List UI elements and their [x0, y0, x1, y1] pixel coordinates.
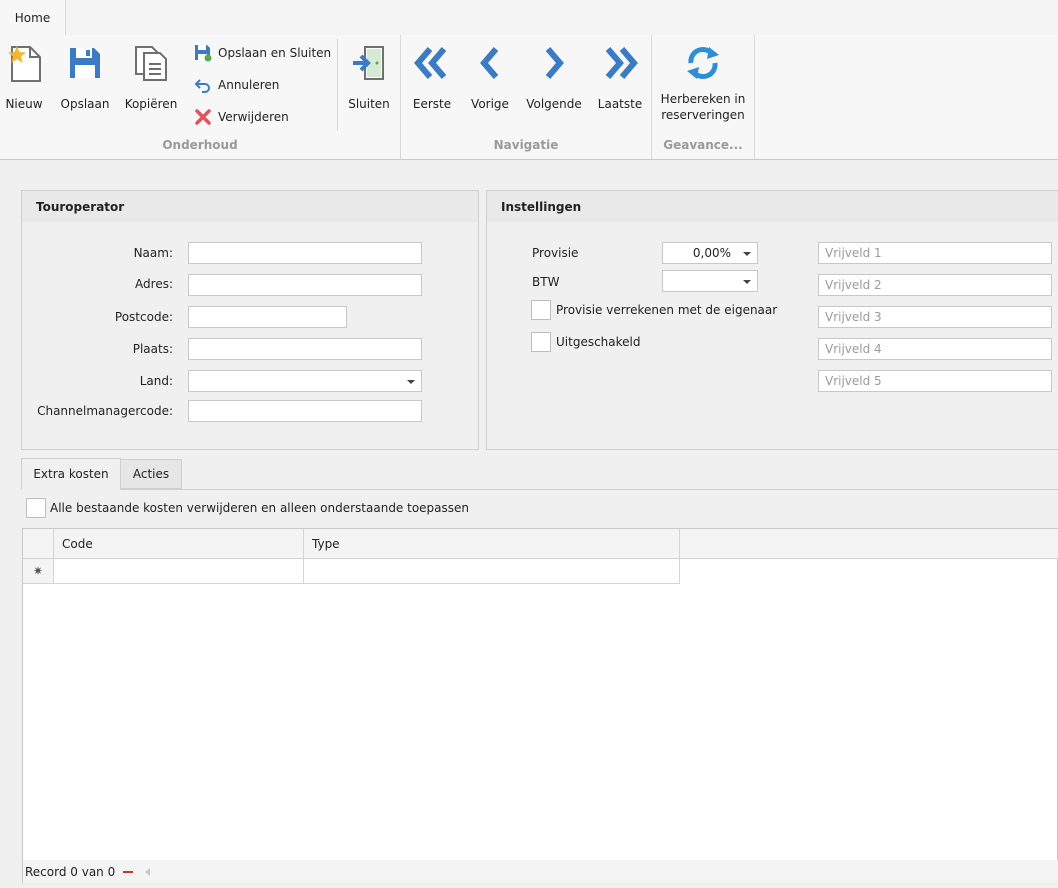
uitgeschakeld-checkbox[interactable] — [531, 332, 551, 352]
postcode-label: Postcode: — [114, 310, 173, 324]
ribbon-tab-strip — [0, 0, 1058, 35]
channelmanagercode-label: Channelmanagercode: — [37, 404, 173, 418]
record-count: Record 0 van 0 — [25, 864, 116, 879]
column-header-type[interactable]: Type — [304, 529, 680, 559]
city-field[interactable] — [188, 338, 422, 360]
tab-home[interactable]: Home — [0, 0, 66, 36]
previous-label: Vorige — [471, 97, 509, 111]
city-label: Plaats: — [132, 342, 173, 356]
remove-existing-costs-label: Alle bestaande kosten verwijderen en all… — [50, 501, 470, 515]
tab-strip-border — [21, 489, 1058, 490]
extra-costs-grid[interactable]: Code Type ✷ Record 0 van 0 — [22, 528, 1058, 883]
group-label-navigatie: Navigatie — [493, 138, 559, 152]
double-chevron-right-icon — [600, 43, 640, 83]
next-label: Volgende — [526, 97, 582, 111]
name-field[interactable] — [188, 242, 422, 264]
provisie-label: Provisie — [532, 246, 579, 260]
provisie-verrekenen-label: Provisie verrekenen met de eigenaar — [556, 303, 778, 317]
btw-label: BTW — [532, 275, 560, 289]
save-label: Opslaan — [60, 97, 110, 111]
recalculate-label-line2: reserveringen — [661, 108, 745, 122]
vrijveld-2-field[interactable]: Vrijveld 2 — [818, 274, 1052, 296]
new-row-code-cell[interactable] — [54, 559, 304, 584]
column-header-code[interactable]: Code — [54, 529, 304, 559]
delete-x-icon — [194, 108, 212, 126]
double-chevron-left-icon — [412, 43, 452, 83]
instellingen-title: Instellingen — [487, 191, 1058, 222]
first-label: Eerste — [412, 97, 452, 111]
save-close-icon — [194, 44, 212, 62]
btw-dropdown[interactable] — [662, 270, 758, 292]
last-record-button[interactable]: Laatste — [594, 35, 646, 130]
chevron-right-icon — [534, 43, 574, 83]
remove-record-icon[interactable] — [123, 870, 134, 873]
scroll-left-icon[interactable] — [145, 867, 151, 876]
name-label: Naam: — [133, 246, 173, 260]
save-button[interactable]: Opslaan — [58, 35, 112, 130]
group-label-geavanceerd: Geavance... — [663, 138, 743, 152]
close-button[interactable]: Sluiten — [342, 35, 396, 130]
undo-icon — [194, 76, 212, 94]
delete-label: Verwijderen — [218, 110, 289, 124]
ribbon: Nieuw Opslaan Kopiëren Opslaan en Sluite… — [0, 35, 1058, 160]
touroperator-title: Touroperator — [22, 191, 478, 222]
provisie-dropdown[interactable]: 0,00% — [662, 242, 758, 264]
tab-acties[interactable]: Acties — [121, 459, 182, 489]
grid-header: Code Type — [23, 529, 1058, 559]
previous-record-button[interactable]: Vorige — [465, 35, 515, 130]
ribbon-inner-separator — [337, 39, 338, 131]
copy-label: Kopiëren — [124, 97, 178, 111]
vrijveld-4-field[interactable]: Vrijveld 4 — [818, 338, 1052, 360]
next-record-button[interactable]: Volgende — [525, 35, 583, 130]
ribbon-group-separator — [754, 35, 755, 159]
exit-door-icon — [349, 43, 389, 83]
recalculate-reservations-button[interactable]: Herbereken in reserveringen — [655, 35, 751, 130]
cancel-button[interactable]: Annuleren — [194, 74, 279, 96]
save-icon — [65, 43, 105, 83]
close-label: Sluiten — [348, 97, 390, 111]
channelmanagercode-field[interactable] — [188, 400, 422, 422]
chevron-down-icon[interactable] — [407, 380, 415, 384]
record-navigator: Record 0 van 0 — [23, 860, 1058, 883]
country-dropdown[interactable] — [188, 370, 422, 392]
first-record-button[interactable]: Eerste — [407, 35, 457, 130]
uitgeschakeld-label: Uitgeschakeld — [556, 335, 641, 349]
copy-icon — [131, 43, 171, 83]
provisie-value: 0,00% — [692, 246, 731, 260]
delete-button[interactable]: Verwijderen — [194, 106, 289, 128]
save-and-close-label: Opslaan en Sluiten — [218, 46, 332, 60]
new-row-type-cell[interactable] — [304, 559, 680, 584]
vrijveld-1-field[interactable]: Vrijveld 1 — [818, 242, 1052, 264]
tab-extra-kosten[interactable]: Extra kosten — [21, 458, 121, 490]
vrijveld-3-field[interactable]: Vrijveld 3 — [818, 306, 1052, 328]
last-label: Laatste — [597, 97, 643, 111]
new-document-icon — [4, 43, 44, 83]
copy-button[interactable]: Kopiëren — [120, 35, 182, 130]
group-label-onderhoud: Onderhoud — [162, 138, 238, 152]
address-field[interactable] — [188, 274, 422, 296]
new-row-indicator-icon: ✷ — [23, 559, 54, 584]
cancel-label: Annuleren — [218, 78, 280, 92]
recalculate-label-line1: Herbereken in — [660, 92, 746, 106]
recalculate-label: Herbereken in reserveringen — [661, 91, 746, 123]
save-and-close-button[interactable]: Opslaan en Sluiten — [194, 42, 331, 64]
provisie-verrekenen-checkbox[interactable] — [531, 300, 551, 320]
country-label: Land: — [139, 374, 173, 388]
postcode-field[interactable] — [188, 306, 347, 328]
address-label: Adres: — [135, 277, 173, 291]
chevron-down-icon[interactable] — [743, 252, 751, 256]
new-label: Nieuw — [5, 97, 43, 111]
remove-existing-costs-checkbox[interactable] — [26, 498, 46, 518]
row-indicator-header — [23, 529, 54, 559]
new-button[interactable]: Nieuw — [0, 35, 48, 130]
chevron-left-icon — [470, 43, 510, 83]
vrijveld-5-field[interactable]: Vrijveld 5 — [818, 370, 1052, 392]
chevron-down-icon[interactable] — [743, 280, 751, 284]
refresh-icon — [683, 43, 723, 83]
